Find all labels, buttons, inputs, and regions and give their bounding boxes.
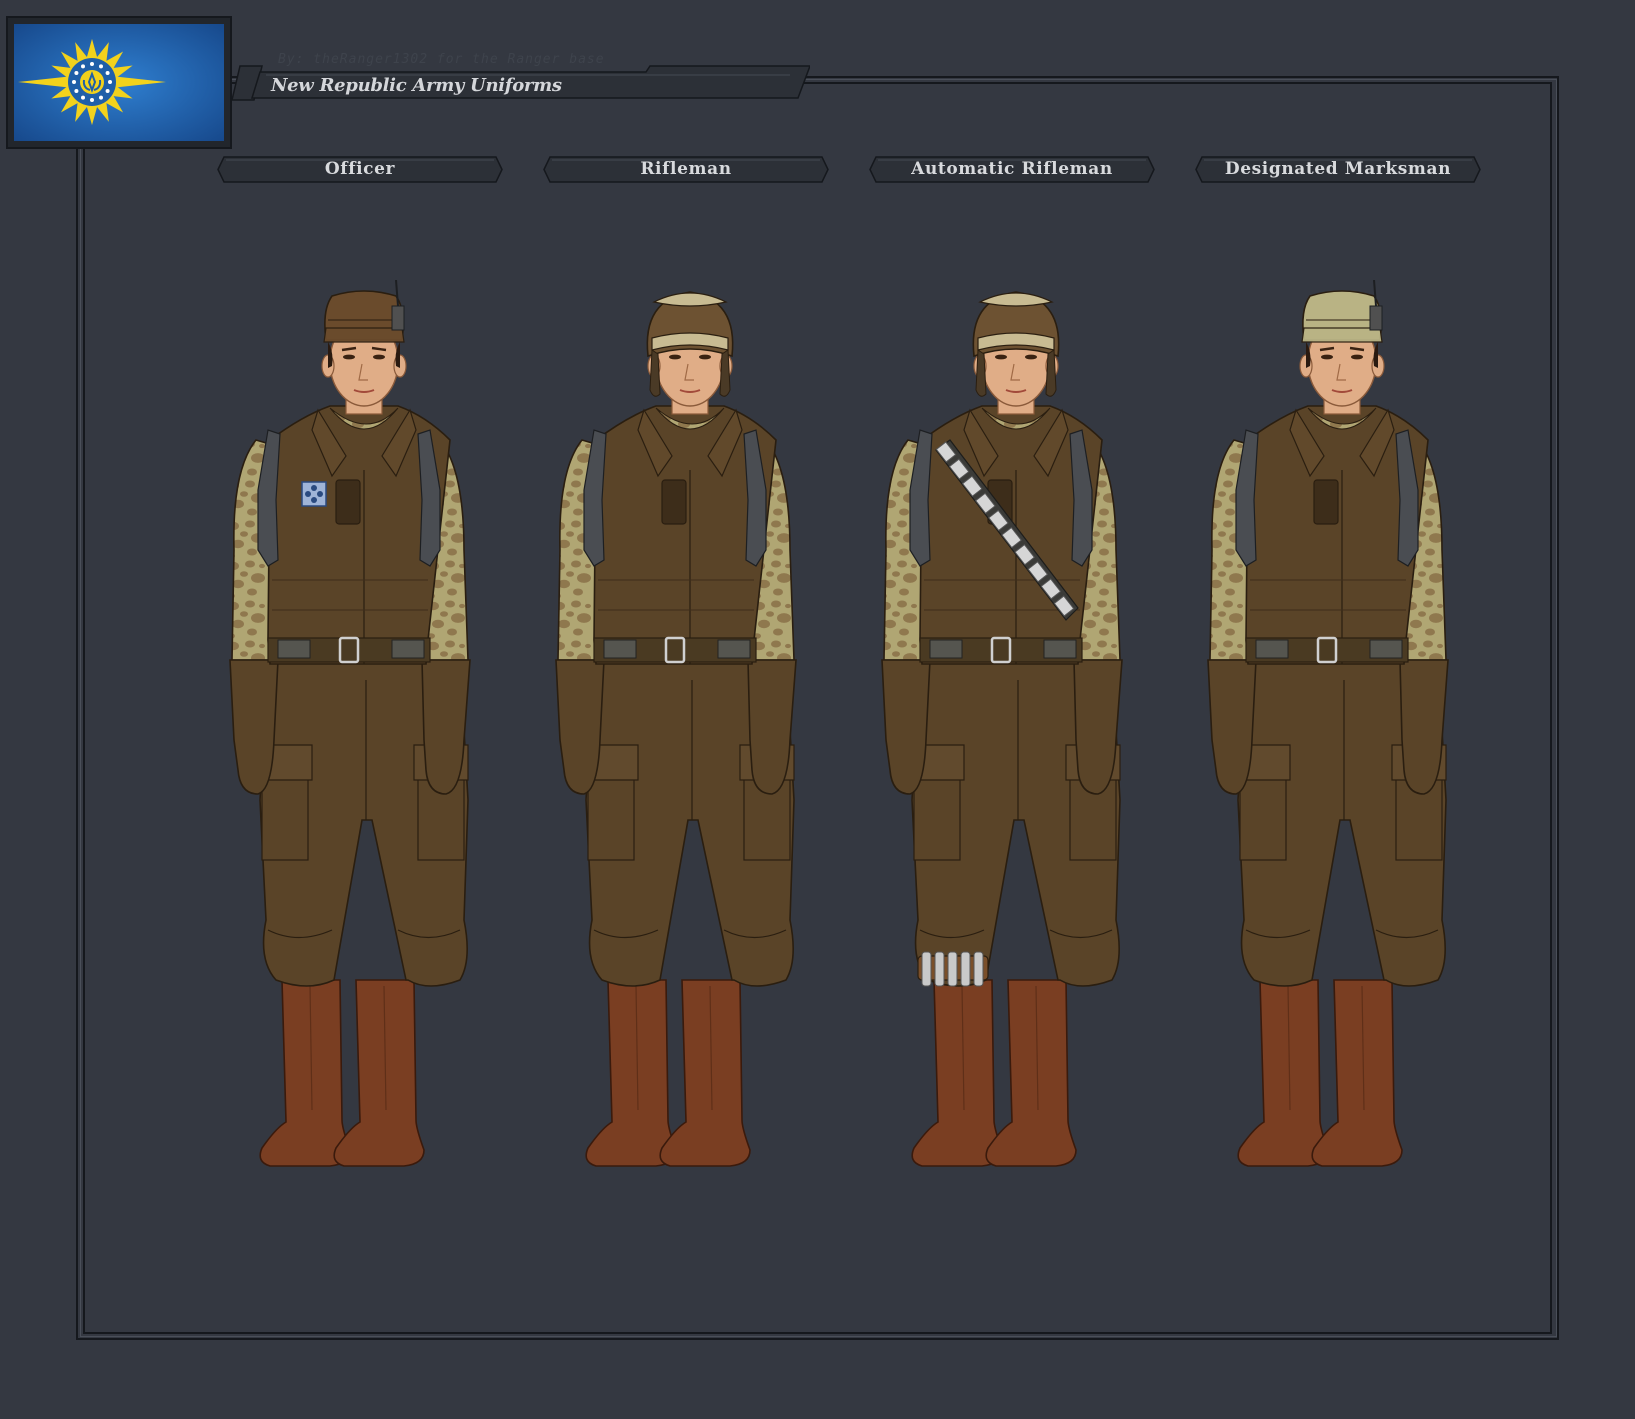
soldier-figure-automatic-rifleman — [881, 291, 1123, 1167]
new-republic-flag-icon — [14, 24, 224, 141]
role-label-text: Designated Marksman — [1224, 159, 1452, 179]
soldier-figure-officer — [229, 280, 471, 1167]
page-title: New Republic Army Uniforms — [271, 75, 562, 96]
role-label-text: Officer — [324, 159, 396, 179]
role-label-automatic-rifleman: Automatic Rifleman — [868, 156, 1156, 183]
role-label-designated-marksman: Designated Marksman — [1194, 156, 1482, 183]
role-label-text: Rifleman — [640, 159, 732, 179]
rank-patch-icon — [301, 481, 327, 507]
role-label-officer: Officer — [216, 156, 504, 183]
role-label-rifleman: Rifleman — [542, 156, 830, 183]
flag-box — [6, 16, 232, 149]
soldier-figure-rifleman — [555, 291, 797, 1167]
role-label-text: Automatic Rifleman — [911, 159, 1113, 179]
soldier-figure-designated-marksman — [1207, 280, 1449, 1167]
